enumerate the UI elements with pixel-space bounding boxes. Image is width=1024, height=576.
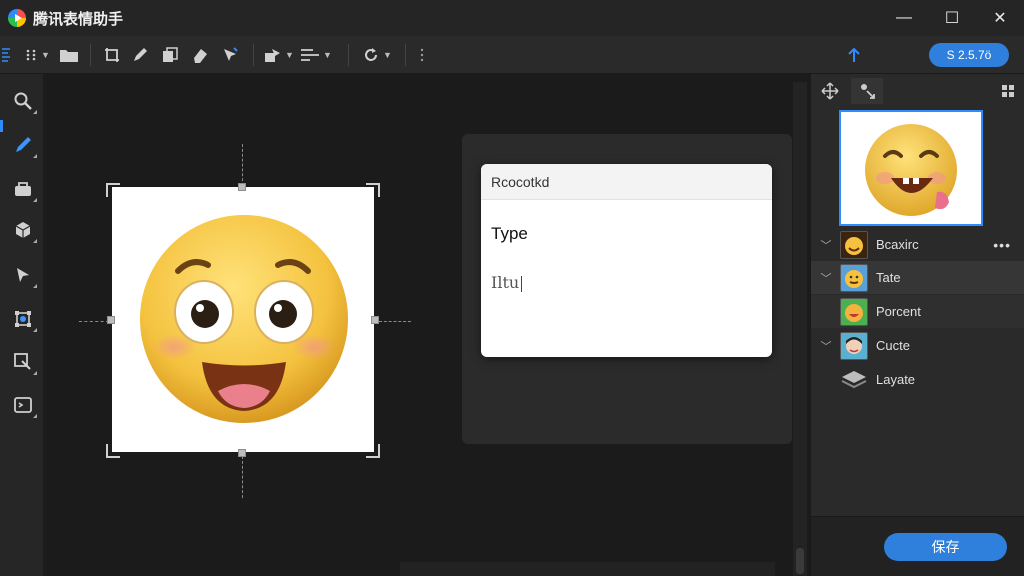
layer-thumbnail [840,230,868,259]
rotate-icon[interactable]: ▼ [357,40,397,70]
panel-footer: 保存 [811,516,1024,576]
export-icon[interactable] [8,347,38,377]
resize-handle-bottom[interactable] [238,449,246,457]
dialog-type-label: Type [491,224,528,243]
transform-icon[interactable] [8,304,38,334]
cursor-icon[interactable] [215,40,245,70]
window-controls: — ☐ ✕ [880,0,1024,36]
version-badge[interactable]: S 2.5.7ö [929,43,1009,67]
guide-line-top [242,144,243,186]
dialog-input-value: Iltu [491,273,520,292]
laughing-emoji-icon [865,124,957,216]
app-title: 腾讯表情助手 [33,10,124,28]
folder-icon[interactable] [56,40,82,70]
script-icon[interactable] [8,390,38,420]
settings-icon[interactable] [995,78,1021,104]
layer-name: Tate [876,270,901,285]
minimize-button[interactable]: — [880,0,928,36]
chevron-down-icon[interactable]: ﹀ [819,237,833,253]
grid-icon[interactable]: ▼ [20,40,56,70]
layers-stack-icon [840,366,868,394]
toolbar: ▼ ▼ ▼ ▼ S 2.5.7ö [0,36,1024,74]
chevron-down-icon[interactable]: ﹀ [819,338,833,354]
scrollbar-thumb[interactable] [796,548,804,574]
title-bar: 腾讯表情助手 — ☐ ✕ [0,0,1024,36]
distribute-icon[interactable]: ▼ [296,40,336,70]
toolbar-divider [405,43,406,66]
upload-icon[interactable] [843,40,865,70]
layers-panel: ﹀ Bcaxirc ••• ﹀ Tate Porcent ﹀ Cucte Lay… [810,74,1024,576]
toolbar-divider [90,43,91,66]
toolbar-divider [348,43,349,66]
layer-item[interactable]: Porcent [811,295,1024,328]
layer-name: Layate [876,372,916,387]
preview-thumbnail [839,110,983,226]
toolbar-divider [253,43,254,66]
chevron-down-icon: ▼ [323,49,332,60]
align-icon[interactable] [0,40,12,70]
layer-thumbnail [840,331,868,360]
copy-icon[interactable] [155,40,185,70]
crop-icon[interactable] [99,40,125,70]
resize-corner[interactable] [366,444,380,458]
resize-handle-top[interactable] [238,183,246,191]
resize-corner[interactable] [106,444,120,458]
dialog-header: Rcocotkd [481,164,772,200]
layer-item[interactable]: ﹀ Cucte [811,329,1024,362]
eraser-icon[interactable] [185,40,215,70]
chevron-down-icon[interactable]: ﹀ [819,270,833,286]
resize-corner[interactable] [106,183,120,197]
layers-tab-icon[interactable] [851,78,883,104]
active-tool-marker [0,120,3,132]
resize-corner[interactable] [366,183,380,197]
emoji-image[interactable] [112,187,374,452]
zoom-icon[interactable] [8,86,38,116]
more-icon[interactable] [414,40,430,70]
panel-tabs [811,74,1024,108]
move-icon[interactable] [817,78,843,104]
text-dialog: Rcocotkd Type Iltu [481,164,772,357]
chevron-down-icon: ▼ [41,49,50,60]
layer-name: Porcent [876,304,921,319]
chevron-down-icon: ▼ [383,49,392,60]
resize-handle-right[interactable] [371,316,379,324]
surprised-emoji-icon [140,215,348,423]
layer-item[interactable]: ﹀ Bcaxirc ••• [811,228,1024,261]
more-options-icon[interactable]: ••• [993,237,1011,253]
brush-icon[interactable] [8,130,38,160]
horizontal-scrollbar[interactable] [400,562,775,576]
resize-handle-left[interactable] [107,316,115,324]
save-button[interactable]: 保存 [884,533,1007,561]
bucket-icon[interactable] [8,174,38,204]
text-cursor [521,275,523,292]
shape-icon[interactable]: ▼ [262,40,296,70]
layer-thumbnail [840,297,868,326]
guide-line-left [79,321,109,322]
cube-icon[interactable] [8,215,38,245]
chevron-down-icon: ▼ [285,49,294,60]
layer-item[interactable]: ﹀ Tate [811,261,1024,294]
guide-line-bottom [242,456,243,498]
vertical-scrollbar[interactable] [793,82,807,576]
layer-name: Cucte [876,338,910,353]
layer-thumbnail [840,263,868,292]
guide-line-right [379,321,411,322]
layer-name: Bcaxirc [876,237,919,252]
close-button[interactable]: ✕ [976,0,1024,36]
pen-icon[interactable] [125,40,155,70]
layer-item[interactable]: Layate [811,363,1024,396]
left-toolbar [0,74,44,576]
app-logo-icon [8,9,26,27]
maximize-button[interactable]: ☐ [928,0,976,36]
select-icon[interactable] [8,260,38,290]
dialog-text-input[interactable]: Iltu [491,273,523,292]
